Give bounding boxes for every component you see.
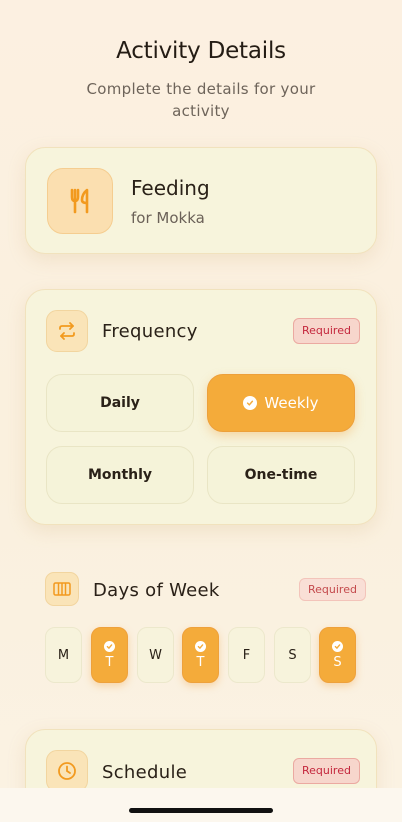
day-label: F bbox=[242, 647, 251, 663]
clock-icon bbox=[46, 750, 88, 792]
bottom-safe-area bbox=[0, 788, 402, 822]
frequency-option-monthly[interactable]: Monthly bbox=[46, 446, 194, 504]
check-icon bbox=[332, 640, 343, 652]
day-monday[interactable]: M bbox=[45, 627, 82, 683]
days-of-week-title: Days of Week bbox=[93, 580, 220, 601]
frequency-option-one-time[interactable]: One-time bbox=[207, 446, 355, 504]
calendar-grid-icon bbox=[45, 572, 79, 606]
days-of-week-section: Days of Week Required M T W T F S S bbox=[25, 552, 377, 702]
day-label: T bbox=[196, 654, 205, 670]
day-label: M bbox=[57, 647, 70, 663]
activity-name: Feeding bbox=[131, 176, 210, 200]
frequency-option-label: Weekly bbox=[264, 394, 319, 412]
frequency-option-label: Daily bbox=[100, 395, 140, 411]
activity-pet-name: for Mokka bbox=[131, 209, 205, 227]
day-thursday[interactable]: T bbox=[182, 627, 219, 683]
frequency-option-label: Monthly bbox=[87, 467, 153, 483]
day-sunday[interactable]: S bbox=[319, 627, 356, 683]
day-saturday[interactable]: S bbox=[274, 627, 311, 683]
schedule-required-badge: Required bbox=[293, 758, 360, 784]
day-label: W bbox=[149, 647, 162, 663]
day-label: S bbox=[333, 654, 342, 670]
frequency-card: Frequency Required Daily Weekly Monthly … bbox=[25, 289, 377, 525]
home-indicator[interactable] bbox=[129, 808, 273, 813]
header: Activity Details Complete the details fo… bbox=[0, 38, 402, 122]
page-subtitle: Complete the details for your activity bbox=[86, 80, 316, 120]
frequency-option-weekly[interactable]: Weekly bbox=[207, 374, 355, 432]
days-required-badge: Required bbox=[299, 578, 366, 601]
frequency-option-label: One-time bbox=[244, 467, 318, 483]
day-label: T bbox=[105, 654, 114, 670]
day-wednesday[interactable]: W bbox=[137, 627, 174, 683]
frequency-required-badge: Required bbox=[293, 318, 360, 344]
activity-card: Feeding for Mokka bbox=[25, 147, 377, 254]
check-icon bbox=[195, 640, 206, 652]
day-label: S bbox=[288, 647, 297, 663]
page-title: Activity Details bbox=[116, 38, 286, 64]
check-icon bbox=[243, 396, 258, 410]
frequency-title: Frequency bbox=[102, 321, 198, 342]
frequency-option-daily[interactable]: Daily bbox=[46, 374, 194, 432]
day-friday[interactable]: F bbox=[228, 627, 265, 683]
repeat-icon bbox=[46, 310, 88, 352]
check-icon bbox=[104, 640, 115, 652]
schedule-title: Schedule bbox=[102, 762, 188, 783]
day-tuesday[interactable]: T bbox=[91, 627, 128, 683]
fork-knife-icon bbox=[47, 168, 113, 234]
